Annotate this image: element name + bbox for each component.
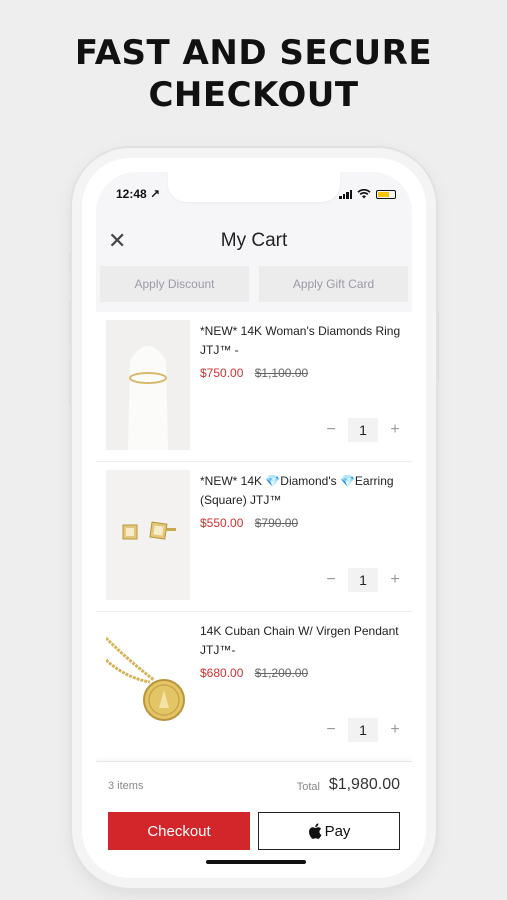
cart-summary: 3 items Total $1,980.00 [108, 776, 400, 796]
earring-image[interactable] [106, 470, 190, 600]
pendant-image[interactable] [106, 620, 190, 750]
sale-price: $550.00 [200, 516, 244, 530]
item-name[interactable]: *NEW* 14K 💎Diamond's 💎Earring (Square) J… [200, 472, 402, 510]
phone-frame: 12:48 ↗ ✕ My Cart Apply Discount Apply G… [72, 148, 436, 888]
sale-price: $750.00 [200, 366, 244, 380]
apple-pay-label: Pay [324, 822, 351, 840]
item-prices: $550.00 $790.00 [200, 516, 402, 530]
cart-item: 14K Cuban Chain W/ Virgen Pendant JTJ™- … [96, 612, 412, 762]
apply-discount-button[interactable]: Apply Discount [100, 266, 249, 302]
item-info: *NEW* 14K Woman's Diamonds Ring JTJ™ - $… [200, 322, 402, 380]
apple-pay-button[interactable]: Pay [258, 812, 400, 850]
phone-screen: 12:48 ↗ ✕ My Cart Apply Discount Apply G… [96, 172, 412, 872]
increase-quantity-button[interactable]: + [388, 721, 402, 739]
headline-line-2: CHECKOUT [148, 75, 359, 115]
cart-header: ✕ My Cart [96, 224, 412, 258]
decrease-quantity-button[interactable]: − [324, 571, 338, 589]
original-price: $790.00 [254, 516, 299, 530]
page-title: My Cart [220, 230, 288, 251]
quantity-value[interactable]: 1 [348, 418, 378, 442]
quantity-stepper: − 1 + [324, 568, 402, 592]
item-name[interactable]: 14K Cuban Chain W/ Virgen Pendant JTJ™- [200, 622, 402, 660]
item-prices: $680.00 $1,200.00 [200, 666, 402, 680]
status-bar: 12:48 ↗ [116, 187, 396, 203]
sale-price: $680.00 [200, 666, 244, 680]
cart-item: *NEW* 14K Woman's Diamonds Ring JTJ™ - $… [96, 312, 412, 462]
item-info: *NEW* 14K 💎Diamond's 💎Earring (Square) J… [200, 472, 402, 530]
item-prices: $750.00 $1,100.00 [200, 366, 402, 380]
phone-power-button [436, 312, 439, 382]
total-label: Total [296, 781, 320, 793]
status-icons [339, 189, 396, 199]
checkout-footer: 3 items Total $1,980.00 Checkout Pay [96, 762, 412, 872]
home-indicator [206, 860, 306, 864]
increase-quantity-button[interactable]: + [388, 571, 402, 589]
discount-row: Apply Discount Apply Gift Card [96, 266, 412, 302]
decrease-quantity-button[interactable]: − [324, 721, 338, 739]
headline: FAST AND SECURE CHECKOUT [0, 32, 507, 116]
item-name[interactable]: *NEW* 14K Woman's Diamonds Ring JTJ™ - [200, 322, 402, 360]
cart-items-list: *NEW* 14K Woman's Diamonds Ring JTJ™ - $… [96, 312, 412, 762]
item-info: 14K Cuban Chain W/ Virgen Pendant JTJ™- … [200, 622, 402, 680]
cart-item: *NEW* 14K 💎Diamond's 💎Earring (Square) J… [96, 462, 412, 612]
ring-image[interactable] [106, 320, 190, 450]
items-count: 3 items [108, 780, 144, 792]
checkout-button[interactable]: Checkout [108, 812, 250, 850]
apply-gift-card-button[interactable]: Apply Gift Card [259, 266, 408, 302]
quantity-value[interactable]: 1 [348, 568, 378, 592]
battery-icon [376, 189, 396, 199]
total-value: $1,980.00 [328, 776, 400, 793]
wifi-icon [357, 189, 371, 199]
quantity-value[interactable]: 1 [348, 718, 378, 742]
status-time: 12:48 ↗ [116, 187, 161, 201]
increase-quantity-button[interactable]: + [388, 421, 402, 439]
signal-icon [339, 189, 352, 199]
original-price: $1,100.00 [254, 366, 309, 380]
headline-line-1: FAST AND SECURE [74, 33, 433, 73]
decrease-quantity-button[interactable]: − [324, 421, 338, 439]
quantity-stepper: − 1 + [324, 718, 402, 742]
close-icon[interactable]: ✕ [108, 230, 126, 252]
apple-icon [308, 823, 321, 839]
quantity-stepper: − 1 + [324, 418, 402, 442]
original-price: $1,200.00 [254, 666, 309, 680]
